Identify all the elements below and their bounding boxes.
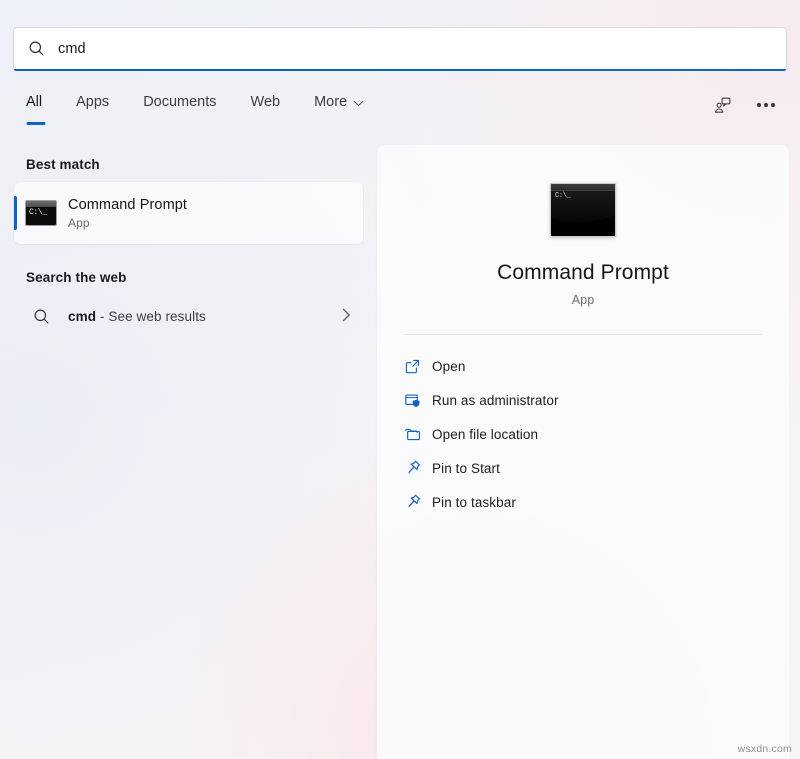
- action-run-as-administrator[interactable]: Run as administrator: [377, 383, 789, 417]
- windows-search-window: All Apps Documents Web More: [0, 0, 800, 759]
- action-open-file-location-label: Open file location: [432, 426, 539, 442]
- search-bar: [13, 27, 787, 71]
- top-actions: [707, 90, 787, 120]
- action-pin-to-taskbar-label: Pin to taskbar: [432, 494, 516, 510]
- web-result-label: cmd - See web results: [68, 309, 342, 324]
- chevron-down-icon: [353, 95, 364, 111]
- tab-documents[interactable]: Documents: [126, 92, 233, 126]
- folder-icon: [404, 426, 432, 443]
- tab-more-label: More: [314, 94, 348, 110]
- console-titlebar: [26, 201, 56, 207]
- preview-action-list: Open Run as administrator Open file loca…: [377, 349, 789, 519]
- preview-pane: C:\_ Command Prompt App Open: [377, 145, 789, 759]
- tab-all-label: All: [26, 94, 43, 110]
- preview-title: Command Prompt: [497, 261, 669, 284]
- action-run-as-administrator-label: Run as administrator: [432, 392, 559, 408]
- selection-indicator: [14, 196, 17, 230]
- web-result-row[interactable]: cmd - See web results: [14, 293, 363, 339]
- search-icon: [14, 40, 58, 57]
- watermark: wsxdn.com: [737, 743, 792, 755]
- tab-web-label: Web: [250, 94, 281, 110]
- pin-icon: [404, 459, 432, 477]
- search-box[interactable]: [13, 27, 787, 71]
- command-prompt-icon: C:\_: [550, 183, 616, 237]
- search-the-web-heading: Search the web: [26, 270, 127, 285]
- filter-tabs: All Apps Documents Web More: [13, 92, 381, 126]
- filter-tabs-row: All Apps Documents Web More: [13, 92, 787, 130]
- action-open-label: Open: [432, 358, 466, 374]
- tab-apps[interactable]: Apps: [59, 92, 126, 126]
- result-item-command-prompt[interactable]: C:\_ Command Prompt App: [14, 182, 363, 244]
- pin-icon: [404, 493, 432, 511]
- result-item-title: Command Prompt: [68, 196, 188, 213]
- more-options-icon[interactable]: [751, 90, 781, 120]
- open-external-icon: [404, 358, 432, 375]
- web-result-suffix: - See web results: [96, 308, 206, 324]
- command-prompt-icon: C:\_: [14, 200, 68, 226]
- action-open[interactable]: Open: [377, 349, 789, 383]
- feedback-icon[interactable]: [707, 90, 737, 120]
- preview-divider: [404, 334, 762, 335]
- preview-hero: C:\_ Command Prompt App: [377, 145, 789, 307]
- ellipsis-glyph: [757, 103, 775, 107]
- results-column: Best match C:\_ Command Prompt App Searc…: [0, 140, 377, 759]
- search-icon: [14, 308, 68, 325]
- action-open-file-location[interactable]: Open file location: [377, 417, 789, 451]
- preview-subtitle: App: [571, 293, 595, 307]
- console-prompt-text: C:\_: [29, 208, 47, 217]
- console-gloss: [551, 190, 615, 223]
- tab-web[interactable]: Web: [234, 92, 298, 126]
- web-result-query: cmd: [68, 308, 97, 324]
- action-pin-to-taskbar[interactable]: Pin to taskbar: [377, 485, 789, 519]
- search-input[interactable]: [58, 28, 786, 69]
- command-prompt-icon-glyph: C:\_: [25, 200, 57, 226]
- action-pin-to-start-label: Pin to Start: [432, 460, 500, 476]
- tab-documents-label: Documents: [143, 94, 217, 110]
- action-pin-to-start[interactable]: Pin to Start: [377, 451, 789, 485]
- shield-window-icon: [404, 392, 432, 409]
- chevron-right-icon: [342, 308, 355, 325]
- tab-more[interactable]: More: [297, 92, 381, 126]
- result-item-text: Command Prompt App: [68, 196, 187, 230]
- best-match-heading: Best match: [26, 157, 100, 172]
- tab-apps-label: Apps: [76, 94, 110, 110]
- tab-all[interactable]: All: [13, 92, 59, 126]
- result-item-subtitle: App: [68, 216, 90, 231]
